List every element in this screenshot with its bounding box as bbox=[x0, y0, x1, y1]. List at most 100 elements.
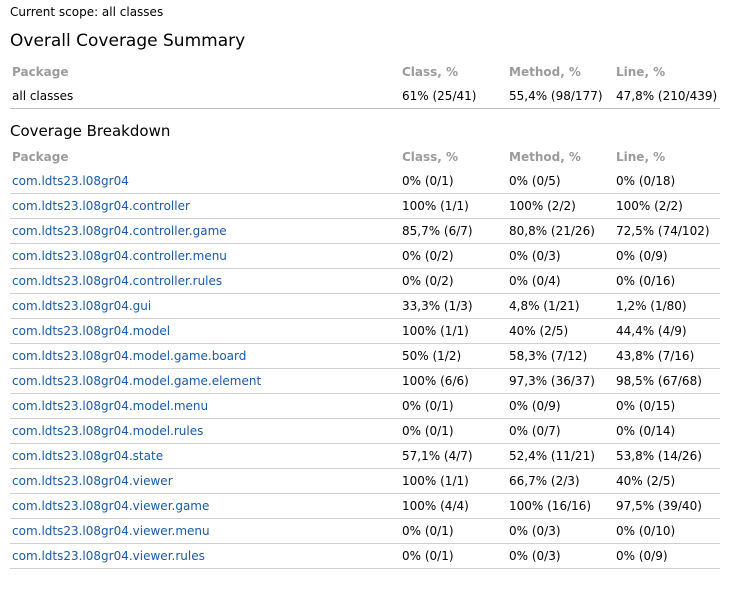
line-coverage-cell: 100% (2/2) bbox=[614, 193, 720, 219]
table-row: com.ldts23.l08gr04.model.game.board 50% … bbox=[10, 343, 720, 369]
package-link[interactable]: com.ldts23.l08gr04.viewer.menu bbox=[12, 524, 210, 538]
line-coverage-cell: 0% (0/9) bbox=[614, 243, 720, 269]
current-scope-text: Current scope: all classes bbox=[10, 5, 164, 19]
table-row: com.ldts23.l08gr04.controller.game 85,7%… bbox=[10, 218, 720, 244]
class-coverage-cell: 100% (6/6) bbox=[400, 368, 507, 394]
class-coverage-cell: 100% (4/4) bbox=[400, 493, 507, 519]
line-coverage-cell: 1,2% (1/80) bbox=[614, 293, 720, 319]
summary-table: Package Class, % Method, % Line, % all c… bbox=[10, 60, 720, 109]
class-coverage-cell: 0% (0/1) bbox=[400, 169, 507, 194]
overall-summary-title: Overall Coverage Summary bbox=[10, 31, 246, 51]
method-coverage-cell: 100% (16/16) bbox=[507, 493, 614, 519]
package-link[interactable]: com.ldts23.l08gr04 bbox=[12, 174, 129, 188]
table-row: com.ldts23.l08gr04.state 57,1% (4/7) 52,… bbox=[10, 443, 720, 469]
line-coverage-cell: 0% (0/18) bbox=[614, 169, 720, 194]
table-row: com.ldts23.l08gr04.viewer.rules 0% (0/1)… bbox=[10, 543, 720, 569]
class-coverage-cell: 0% (0/1) bbox=[400, 543, 507, 569]
breakdown-table: Package Class, % Method, % Line, % com.l… bbox=[10, 145, 720, 569]
line-coverage-cell: 0% (0/16) bbox=[614, 268, 720, 294]
summary-header-class[interactable]: Class, % bbox=[400, 60, 507, 84]
package-link[interactable]: com.ldts23.l08gr04.model.game.board bbox=[12, 349, 246, 363]
class-coverage-cell: 57,1% (4/7) bbox=[400, 443, 507, 469]
class-coverage-cell: 100% (1/1) bbox=[400, 193, 507, 219]
line-coverage-cell: 43,8% (7/16) bbox=[614, 343, 720, 369]
line-coverage-cell: 97,5% (39/40) bbox=[614, 493, 720, 519]
package-link[interactable]: com.ldts23.l08gr04.model.rules bbox=[12, 424, 203, 438]
package-link[interactable]: com.ldts23.l08gr04.model.menu bbox=[12, 399, 208, 413]
package-link[interactable]: com.ldts23.l08gr04.controller.rules bbox=[12, 274, 222, 288]
package-link[interactable]: com.ldts23.l08gr04.viewer.game bbox=[12, 499, 209, 513]
line-coverage-cell: 40% (2/5) bbox=[614, 468, 720, 494]
method-coverage-cell: 0% (0/4) bbox=[507, 268, 614, 294]
table-row: com.ldts23.l08gr04.controller.rules 0% (… bbox=[10, 268, 720, 294]
line-coverage-cell: 0% (0/10) bbox=[614, 518, 720, 544]
method-coverage-cell: 0% (0/3) bbox=[507, 243, 614, 269]
method-coverage-cell: 66,7% (2/3) bbox=[507, 468, 614, 494]
table-row: com.ldts23.l08gr04.model.rules 0% (0/1) … bbox=[10, 418, 720, 444]
method-coverage-cell: 97,3% (36/37) bbox=[507, 368, 614, 394]
line-coverage-cell: 0% (0/9) bbox=[614, 543, 720, 569]
method-coverage-cell: 100% (2/2) bbox=[507, 193, 614, 219]
summary-line-coverage: 47,8% (210/439) bbox=[614, 84, 720, 109]
breakdown-header-package[interactable]: Package bbox=[10, 145, 400, 169]
table-row: com.ldts23.l08gr04.viewer.menu 0% (0/1) … bbox=[10, 518, 720, 544]
summary-package: all classes bbox=[10, 84, 400, 109]
package-link[interactable]: com.ldts23.l08gr04.gui bbox=[12, 299, 151, 313]
summary-class-coverage: 61% (25/41) bbox=[400, 84, 507, 109]
package-link[interactable]: com.ldts23.l08gr04.state bbox=[12, 449, 163, 463]
class-coverage-cell: 33,3% (1/3) bbox=[400, 293, 507, 319]
class-coverage-cell: 85,7% (6/7) bbox=[400, 218, 507, 244]
breakdown-body: com.ldts23.l08gr04 0% (0/1) 0% (0/5) 0% … bbox=[10, 169, 720, 569]
method-coverage-cell: 0% (0/3) bbox=[507, 518, 614, 544]
table-row: com.ldts23.l08gr04.viewer 100% (1/1) 66,… bbox=[10, 468, 720, 494]
summary-header-row: Package Class, % Method, % Line, % bbox=[10, 60, 720, 84]
class-coverage-cell: 0% (0/2) bbox=[400, 243, 507, 269]
table-row: com.ldts23.l08gr04.model.menu 0% (0/1) 0… bbox=[10, 393, 720, 419]
table-row: com.ldts23.l08gr04.model 100% (1/1) 40% … bbox=[10, 318, 720, 344]
breakdown-header-line[interactable]: Line, % bbox=[614, 145, 720, 169]
class-coverage-cell: 100% (1/1) bbox=[400, 318, 507, 344]
summary-header-line[interactable]: Line, % bbox=[614, 60, 720, 84]
method-coverage-cell: 0% (0/7) bbox=[507, 418, 614, 444]
line-coverage-cell: 53,8% (14/26) bbox=[614, 443, 720, 469]
line-coverage-cell: 98,5% (67/68) bbox=[614, 368, 720, 394]
line-coverage-cell: 72,5% (74/102) bbox=[614, 218, 720, 244]
table-row: com.ldts23.l08gr04.gui 33,3% (1/3) 4,8% … bbox=[10, 293, 720, 319]
table-row: com.ldts23.l08gr04.viewer.game 100% (4/4… bbox=[10, 493, 720, 519]
table-row: com.ldts23.l08gr04.controller 100% (1/1)… bbox=[10, 193, 720, 219]
line-coverage-cell: 0% (0/15) bbox=[614, 393, 720, 419]
method-coverage-cell: 0% (0/5) bbox=[507, 169, 614, 194]
class-coverage-cell: 0% (0/1) bbox=[400, 518, 507, 544]
package-link[interactable]: com.ldts23.l08gr04.controller bbox=[12, 199, 190, 213]
table-row: com.ldts23.l08gr04.controller.menu 0% (0… bbox=[10, 243, 720, 269]
breakdown-header-row: Package Class, % Method, % Line, % bbox=[10, 145, 720, 169]
package-link[interactable]: com.ldts23.l08gr04.model bbox=[12, 324, 170, 338]
table-row: com.ldts23.l08gr04.model.game.element 10… bbox=[10, 368, 720, 394]
summary-header-method[interactable]: Method, % bbox=[507, 60, 614, 84]
package-link[interactable]: com.ldts23.l08gr04.model.game.element bbox=[12, 374, 261, 388]
class-coverage-cell: 0% (0/1) bbox=[400, 393, 507, 419]
method-coverage-cell: 40% (2/5) bbox=[507, 318, 614, 344]
line-coverage-cell: 44,4% (4/9) bbox=[614, 318, 720, 344]
breakdown-header-method[interactable]: Method, % bbox=[507, 145, 614, 169]
coverage-report-page: Current scope: all classes Overall Cover… bbox=[0, 0, 756, 569]
method-coverage-cell: 80,8% (21/26) bbox=[507, 218, 614, 244]
class-coverage-cell: 0% (0/2) bbox=[400, 268, 507, 294]
package-link[interactable]: com.ldts23.l08gr04.controller.game bbox=[12, 224, 227, 238]
class-coverage-cell: 50% (1/2) bbox=[400, 343, 507, 369]
method-coverage-cell: 4,8% (1/21) bbox=[507, 293, 614, 319]
package-link[interactable]: com.ldts23.l08gr04.viewer.rules bbox=[12, 549, 205, 563]
method-coverage-cell: 0% (0/9) bbox=[507, 393, 614, 419]
summary-method-coverage: 55,4% (98/177) bbox=[507, 84, 614, 109]
summary-row: all classes 61% (25/41) 55,4% (98/177) 4… bbox=[10, 84, 720, 109]
table-row: com.ldts23.l08gr04 0% (0/1) 0% (0/5) 0% … bbox=[10, 169, 720, 194]
summary-header-package[interactable]: Package bbox=[10, 60, 400, 84]
package-link[interactable]: com.ldts23.l08gr04.viewer bbox=[12, 474, 173, 488]
method-coverage-cell: 52,4% (11/21) bbox=[507, 443, 614, 469]
class-coverage-cell: 100% (1/1) bbox=[400, 468, 507, 494]
method-coverage-cell: 0% (0/3) bbox=[507, 543, 614, 569]
coverage-breakdown-title: Coverage Breakdown bbox=[10, 122, 171, 140]
package-link[interactable]: com.ldts23.l08gr04.controller.menu bbox=[12, 249, 227, 263]
breakdown-header-class[interactable]: Class, % bbox=[400, 145, 507, 169]
class-coverage-cell: 0% (0/1) bbox=[400, 418, 507, 444]
